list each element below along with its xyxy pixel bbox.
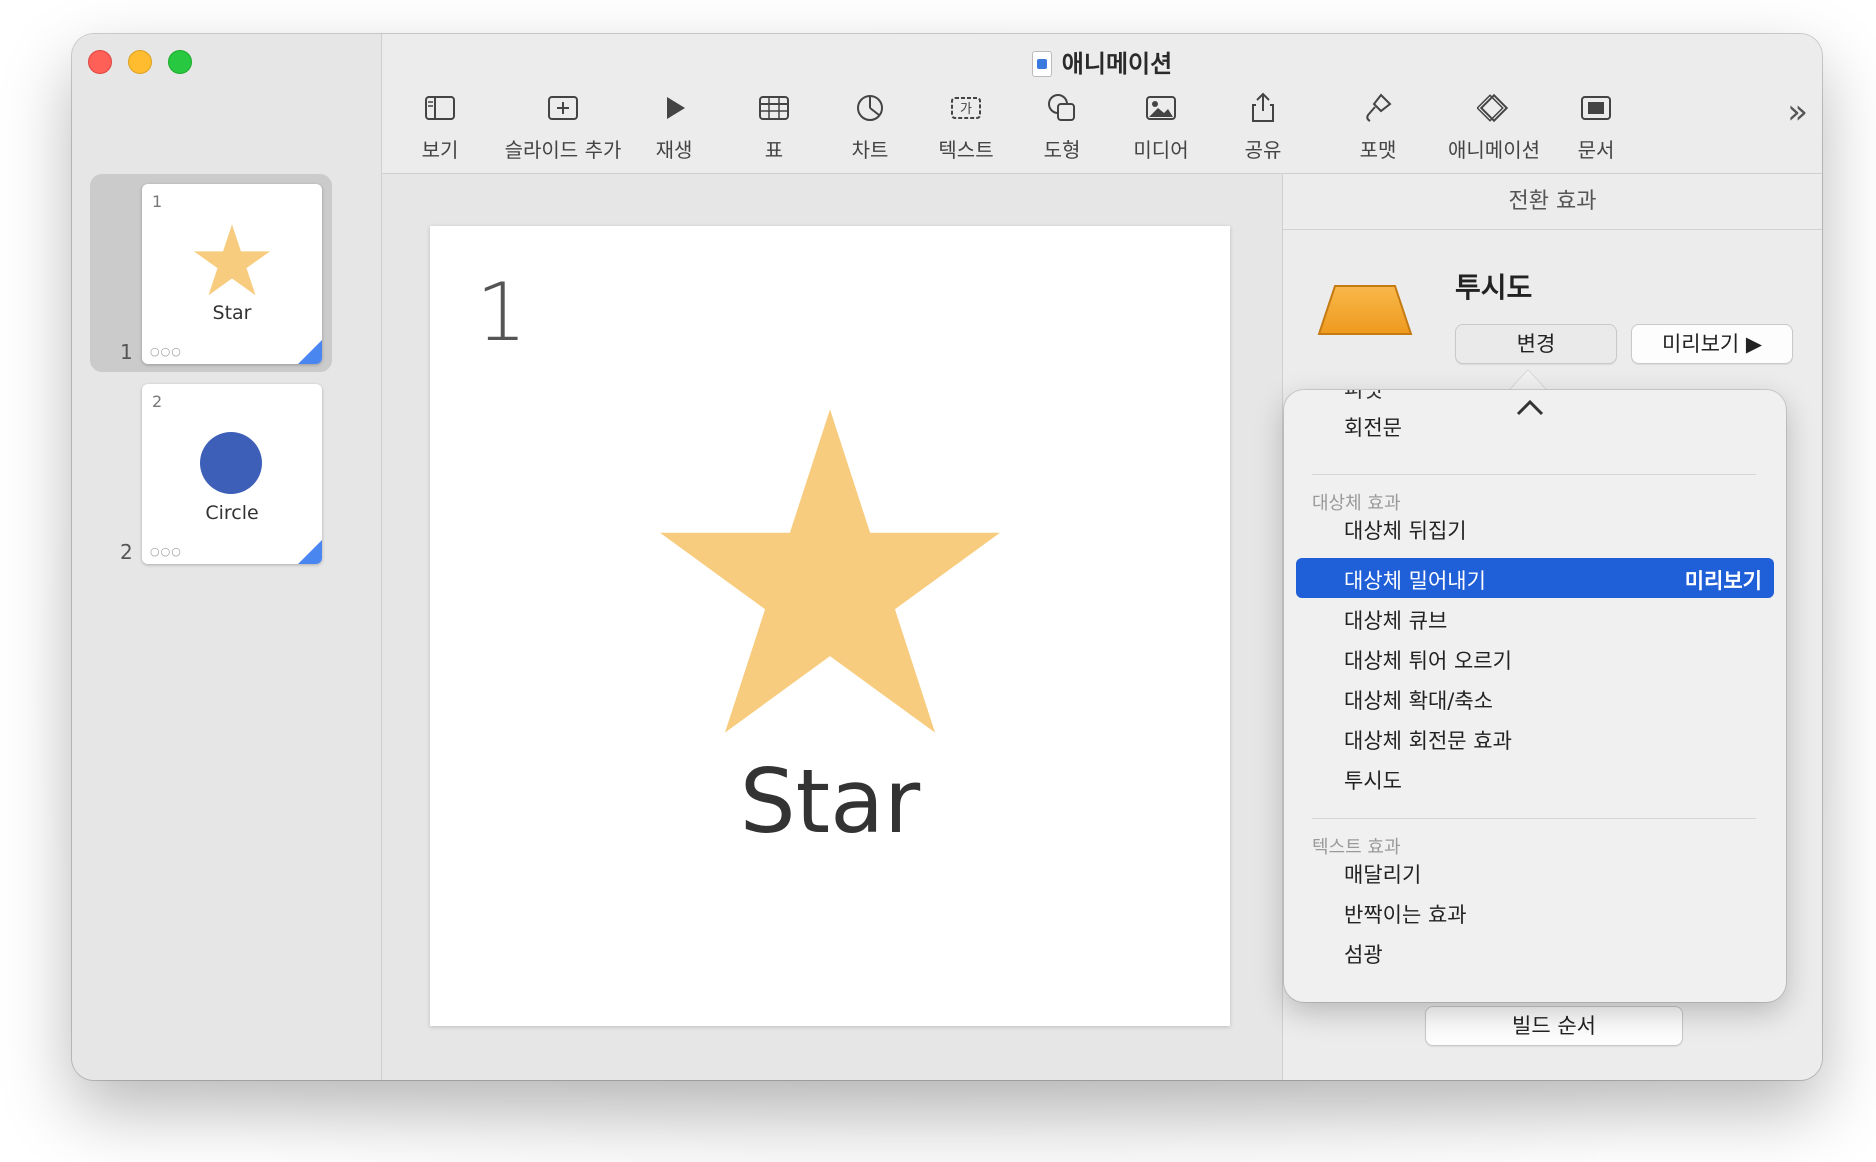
shape-icon: [1048, 94, 1075, 121]
toolbar-media-button[interactable]: 미디어: [1126, 86, 1196, 170]
close-window-button[interactable]: [88, 50, 112, 74]
document-icon: [1581, 96, 1611, 120]
toolbar-shape-label: 도형: [1043, 138, 1081, 162]
animate-diamond-icon: [1477, 93, 1509, 123]
slide-index-number: 2: [120, 540, 133, 564]
slide-navigator: 1 Star ○○○ 1 2 Circle ○○○ 2: [72, 34, 382, 1080]
effect-item-object-flip[interactable]: 대상체 뒤집기: [1344, 515, 1467, 545]
toolbar-add-slide-label: 슬라이드 추가: [504, 138, 622, 162]
toolbar-play-label: 재생: [655, 138, 693, 162]
preview-button[interactable]: 미리보기 ▶: [1631, 324, 1793, 364]
effect-item-flash[interactable]: 섬광: [1344, 939, 1383, 969]
effect-item-label: 대상체 밀어내기: [1344, 569, 1486, 593]
slide-thumbnail-preview: 1 Star ○○○: [142, 184, 322, 364]
slide-thumbnail-label: Star: [212, 302, 252, 324]
slide-thumbnail-dots: ○○○: [150, 345, 182, 358]
build-corner-icon: [298, 340, 322, 364]
play-icon: [667, 97, 685, 119]
toolbar-animate-button[interactable]: 애니메이션: [1434, 86, 1554, 170]
effect-item-object-revolve[interactable]: 대상체 회전문 효과: [1344, 725, 1512, 755]
slide-thumbnail-number: 1: [152, 192, 163, 211]
toolbar-animate-label: 애니메이션: [1448, 138, 1540, 162]
table-icon: [759, 96, 789, 120]
toolbar: 애니메이션 보기 슬라이드 추가 재생 표 차트 가 텍스트 도형 미디어 공유…: [382, 34, 1822, 174]
effect-picker-popover: 피벗 회전문 대상체 효과 대상체 뒤집기 대상체 밀어내기 미리보기 대상체 …: [1284, 390, 1786, 1002]
toolbar-view-button[interactable]: 보기: [410, 86, 470, 170]
sidebar-icon: [425, 96, 455, 120]
effect-item-object-push[interactable]: 대상체 밀어내기 미리보기: [1296, 558, 1774, 598]
window-title: 애니메이션: [382, 44, 1822, 79]
keynote-document-icon: [1031, 51, 1052, 77]
change-effect-button[interactable]: 변경: [1455, 324, 1617, 364]
add-slide-icon: [548, 96, 578, 120]
slide-canvas: 1 Star: [382, 174, 1282, 1080]
menu-separator: [1312, 474, 1756, 475]
popover-arrow: [1508, 370, 1548, 392]
effect-item-object-zoom[interactable]: 대상체 확대/축소: [1344, 685, 1493, 715]
toolbar-overflow-chevron-icon[interactable]: »: [1787, 92, 1808, 132]
toolbar-media-label: 미디어: [1133, 138, 1189, 162]
minimize-window-button[interactable]: [128, 50, 152, 74]
media-icon: [1146, 96, 1176, 120]
toolbar-share-button[interactable]: 공유: [1233, 86, 1293, 170]
effect-item-object-cube[interactable]: 대상체 큐브: [1344, 605, 1447, 635]
toolbar-shape-button[interactable]: 도형: [1032, 86, 1092, 170]
effect-item-sparkle[interactable]: 반짝이는 효과: [1344, 899, 1467, 929]
toolbar-table-label: 표: [764, 138, 784, 162]
slide-thumbnail-label: Circle: [205, 502, 259, 524]
toolbar-format-label: 포맷: [1359, 138, 1397, 162]
slide-title-text[interactable]: Star: [430, 750, 1230, 853]
share-icon: [1252, 92, 1274, 122]
slide-number-text[interactable]: 1: [476, 266, 527, 359]
build-corner-icon: [298, 540, 322, 564]
paintbrush-icon: [1366, 93, 1392, 122]
toolbar-text-button[interactable]: 가 텍스트: [926, 86, 1006, 170]
chart-icon: [857, 95, 883, 121]
toolbar-play-button[interactable]: 재생: [644, 86, 704, 170]
star-shape-icon: [194, 224, 270, 296]
zoom-window-button[interactable]: [168, 50, 192, 74]
section-text-effects: 텍스트 효과: [1312, 837, 1401, 858]
current-slide[interactable]: 1 Star: [430, 226, 1230, 1026]
window-title-text: 애니메이션: [1061, 50, 1173, 78]
text-box-glyph: 가: [960, 102, 972, 117]
effect-item-object-pop[interactable]: 대상체 튀어 오르기: [1344, 645, 1512, 675]
build-order-button[interactable]: 빌드 순서: [1425, 1006, 1683, 1046]
inspector-tab-transition[interactable]: 전환 효과: [1283, 174, 1822, 230]
slide-thumbnail-2[interactable]: 2 Circle ○○○ 2: [90, 374, 332, 572]
toolbar-share-label: 공유: [1244, 138, 1282, 162]
star-shape[interactable]: [660, 409, 1000, 733]
scroll-up-chevron-icon[interactable]: [1514, 398, 1546, 418]
toolbar-chart-label: 차트: [851, 138, 889, 162]
effect-item-pivot[interactable]: 피벗: [1344, 390, 1383, 404]
menu-separator: [1312, 818, 1756, 819]
toolbar-format-button[interactable]: 포맷: [1348, 86, 1408, 170]
toolbar-table-button[interactable]: 표: [744, 86, 804, 170]
toolbar-add-slide-button[interactable]: 슬라이드 추가: [498, 86, 628, 170]
toolbar-view-label: 보기: [421, 138, 459, 162]
section-object-effects: 대상체 효과: [1312, 493, 1401, 514]
effect-name: 투시도: [1455, 271, 1533, 304]
slide-thumbnail-1[interactable]: 1 Star ○○○ 1: [90, 174, 332, 372]
slide-thumbnail-number: 2: [152, 392, 163, 411]
toolbar-chart-button[interactable]: 차트: [840, 86, 900, 170]
slide-index-number: 1: [120, 340, 133, 364]
toolbar-document-label: 문서: [1577, 138, 1615, 162]
perspective-effect-icon: [1317, 285, 1413, 335]
effect-item-perspective[interactable]: 투시도: [1344, 765, 1402, 795]
slide-thumbnail-dots: ○○○: [150, 545, 182, 558]
effect-item-revolving-door[interactable]: 회전문: [1344, 412, 1402, 442]
effect-item-preview-link[interactable]: 미리보기: [1685, 565, 1762, 595]
toolbar-text-label: 텍스트: [938, 138, 994, 162]
effect-item-hang[interactable]: 매달리기: [1344, 859, 1421, 889]
circle-shape-icon: [200, 432, 262, 494]
toolbar-document-button[interactable]: 문서: [1566, 86, 1626, 170]
slide-thumbnail-preview: 2 Circle ○○○: [142, 384, 322, 564]
